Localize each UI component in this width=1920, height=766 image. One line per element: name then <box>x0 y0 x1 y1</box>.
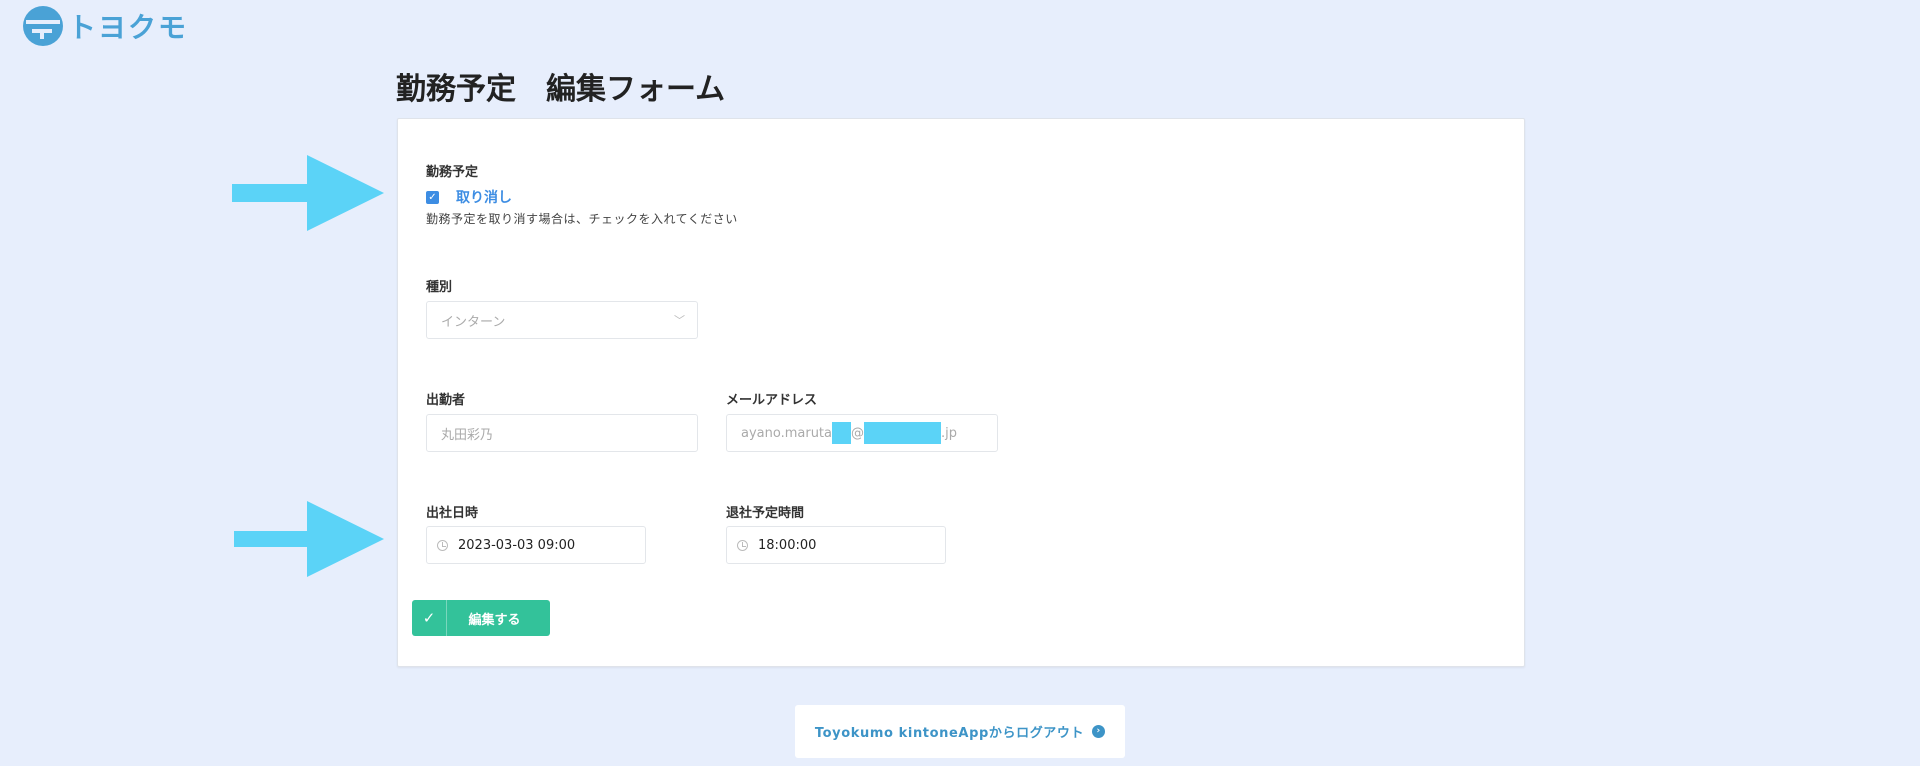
email-label: メールアドレス <box>726 393 818 408</box>
logout-label: Toyokumo kintoneAppからログアウト <box>814 726 1085 741</box>
email-field[interactable]: ayano.maruta @ .jp <box>726 414 998 452</box>
worker-value: 丸田彩乃 <box>441 427 494 443</box>
logo-mark-icon <box>23 6 63 46</box>
schedule-label: 勤務予定 <box>426 165 479 180</box>
end-time-input[interactable]: 18:00:00 <box>726 526 946 564</box>
edit-form-card: 勤務予定 ✓ 取り消し 勤務予定を取り消す場合は、チェックを入れてください 種別… <box>397 118 1525 667</box>
annotation-arrow-cancel <box>232 155 384 231</box>
clock-icon <box>437 539 448 551</box>
type-select[interactable]: インターン ﹀ <box>426 301 698 339</box>
page-title: 勤務予定 編集フォーム <box>396 72 726 107</box>
redaction-mark <box>864 422 941 444</box>
end-time-label: 退社予定時間 <box>726 506 805 521</box>
start-datetime-value: 2023-03-03 09:00 <box>458 537 576 553</box>
start-datetime-label: 出社日時 <box>426 506 479 521</box>
email-suffix: .jp <box>941 425 957 441</box>
logout-button[interactable]: Toyokumo kintoneAppからログアウト › <box>795 705 1125 758</box>
end-time-value: 18:00:00 <box>758 537 817 553</box>
type-select-value: インターン <box>441 314 506 330</box>
check-icon: ✓ <box>422 609 436 627</box>
annotation-arrow-start-time <box>234 501 384 577</box>
toyokumo-logo: トヨクモ <box>22 5 188 47</box>
worker-label: 出勤者 <box>426 393 466 408</box>
redaction-mark <box>832 422 851 444</box>
start-datetime-input[interactable]: 2023-03-03 09:00 <box>426 526 646 564</box>
email-prefix: ayano.maruta <box>741 425 832 441</box>
edit-submit-label: 編集する <box>468 612 521 628</box>
worker-field[interactable]: 丸田彩乃 <box>426 414 698 452</box>
logo-text: トヨクモ <box>68 11 189 44</box>
cancel-checkbox-label[interactable]: 取り消し <box>456 187 512 207</box>
arrow-right-circle-icon: › <box>1092 725 1106 738</box>
cancel-checkbox[interactable]: ✓ <box>426 190 439 204</box>
chevron-down-icon: ﹀ <box>674 314 685 327</box>
cancel-checkbox-row[interactable]: ✓ 取り消し <box>426 187 512 207</box>
cancel-help-text: 勤務予定を取り消す場合は、チェックを入れてください <box>426 212 738 226</box>
email-at: @ <box>851 425 864 441</box>
edit-submit-button[interactable]: ✓ 編集する <box>412 600 550 636</box>
type-label: 種別 <box>426 280 453 295</box>
clock-icon <box>737 539 748 551</box>
